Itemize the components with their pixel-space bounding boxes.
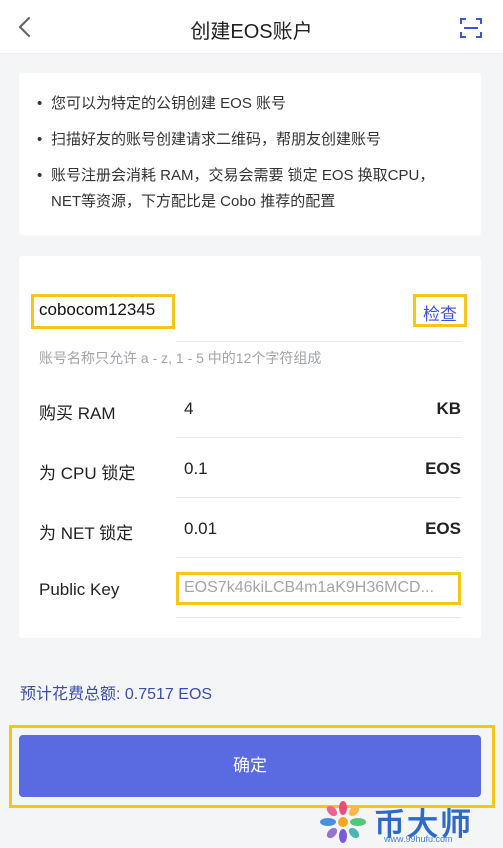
public-key-label: Public Key xyxy=(39,580,120,599)
info-line-public-key: 您可以为特定的公钥创建 EOS 账号 xyxy=(37,91,461,117)
net-unit: EOS xyxy=(425,519,461,538)
cpu-unit: EOS xyxy=(425,459,461,478)
qr-scan-icon xyxy=(460,18,482,38)
account-name-input[interactable] xyxy=(39,300,169,320)
ram-label: 购买 RAM xyxy=(39,404,116,423)
public-key-value[interactable]: EOS7k46kiLCB4m1aK9H36MCD... xyxy=(184,579,456,597)
top-navigation-bar: 创建EOS账户 xyxy=(0,0,503,54)
account-name-hint: 账号名称只允许 a - z, 1 - 5 中的12个字符组成 xyxy=(39,350,322,366)
info-card: 您可以为特定的公钥创建 EOS 账号 扫描好友的账号创建请求二维码，帮朋友创建账… xyxy=(19,73,481,235)
check-button[interactable]: 检查 xyxy=(423,300,457,325)
net-value[interactable]: 0.01 xyxy=(184,519,217,539)
estimated-total: 预计花费总额: 0.7517 EOS xyxy=(20,686,213,703)
divider xyxy=(176,437,461,438)
info-line-resources: 账号注册会消耗 RAM，交易会需要 锁定 EOS 换取CPU，NET等资源，下方… xyxy=(37,163,461,215)
watermark-url: www.99hufu.com xyxy=(384,834,453,844)
info-line-scan-friend: 扫描好友的账号创建请求二维码，帮朋友创建账号 xyxy=(37,127,461,153)
ram-value[interactable]: 4 xyxy=(184,399,193,419)
divider xyxy=(176,617,461,618)
divider xyxy=(176,341,461,342)
net-label: 为 NET 锁定 xyxy=(39,524,134,543)
account-form-card: 检查 账号名称只允许 a - z, 1 - 5 中的12个字符组成 购买 RAM… xyxy=(19,256,481,638)
cpu-value[interactable]: 0.1 xyxy=(184,459,208,479)
scan-button[interactable] xyxy=(459,16,483,40)
page-title: 创建EOS账户 xyxy=(190,21,313,43)
ram-unit: KB xyxy=(436,399,461,418)
divider xyxy=(176,557,461,558)
flower-logo-icon xyxy=(320,801,366,843)
cpu-label: 为 CPU 锁定 xyxy=(39,464,136,483)
divider xyxy=(176,497,461,498)
confirm-button[interactable]: 确定 xyxy=(19,735,481,797)
